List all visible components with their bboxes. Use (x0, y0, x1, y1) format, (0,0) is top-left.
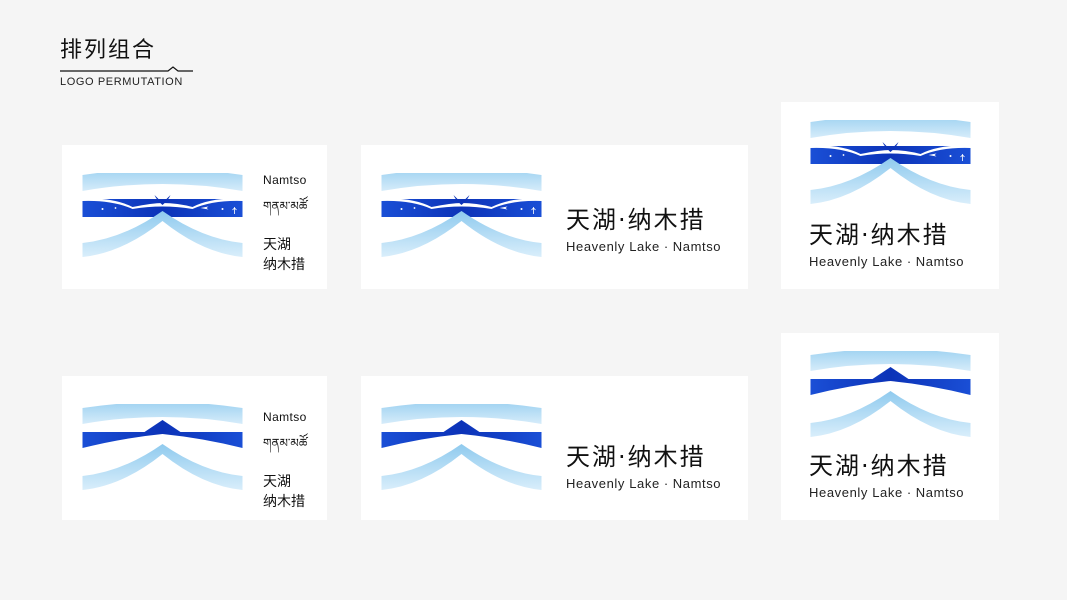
namtso-simplified-emblem-icon (381, 404, 542, 490)
brand-name-cn-b: 纳木措 (627, 443, 706, 471)
tagline-dot: · (906, 485, 912, 500)
logo-wordmark-vertical: 天湖·纳木措 Heavenly Lake · Namtso (809, 451, 964, 500)
section-subtitle: LOGO PERMUTATION (60, 76, 183, 88)
namtso-illustrated-emblem-icon (810, 120, 971, 205)
brand-name-cn-a: 天湖 (809, 221, 861, 249)
namtso-illustrated-emblem-icon (82, 173, 243, 258)
tagline-b: Namtso (672, 239, 722, 254)
brand-name-cn-line2: 纳木措 (263, 494, 305, 510)
logo-wordmark-stacked: Namtso གནམ་མཚོ 天湖 纳木措 (263, 410, 307, 512)
namtso-simplified-emblem-icon (810, 351, 971, 437)
namtso-illustrated-emblem-icon (381, 173, 542, 258)
logo-wordmark-vertical: 天湖·纳木措 Heavenly Lake · Namtso (809, 220, 964, 269)
brand-name-cn-a: 天湖 (809, 452, 861, 480)
tagline-b: Namtso (915, 254, 965, 269)
logo-card-simplified-stacked: Namtso གནམ་མཚོ 天湖 纳木措 (62, 376, 327, 520)
tagline-b: Namtso (915, 485, 965, 500)
tagline-dot: · (663, 476, 669, 491)
logo-wordmark-stacked: Namtso གནམ་མཚོ 天湖 纳木措 (263, 173, 307, 275)
brand-name-cn-a: 天湖 (566, 443, 618, 471)
section-header: 排列组合 LOGO PERMUTATION (60, 36, 193, 88)
brand-name-en: Namtso (263, 173, 307, 187)
tagline-a: Heavenly Lake (809, 254, 903, 269)
brand-name-en: Namtso (263, 410, 307, 424)
namtso-simplified-emblem-icon (82, 404, 243, 490)
brand-name-cn-line1: 天湖 (263, 474, 291, 490)
brand-name-cn-line1: 天湖 (263, 237, 291, 253)
brand-name-cn-b: 纳木措 (870, 221, 949, 249)
brand-name-cn-a: 天湖 (566, 206, 618, 234)
logo-card-illustrated-stacked: Namtso གནམ་མཚོ 天湖 纳木措 (62, 145, 327, 289)
logo-card-simplified-vertical: 天湖·纳木措 Heavenly Lake · Namtso (781, 333, 999, 520)
section-title: 排列组合 (60, 38, 157, 63)
brand-name-cn-b: 纳木措 (870, 452, 949, 480)
tagline-dot: · (906, 254, 912, 269)
tagline-dot: · (663, 239, 669, 254)
tagline-b: Namtso (672, 476, 722, 491)
brand-name-cn-line2: 纳木措 (263, 257, 305, 273)
brand-name-cn-b: 纳木措 (627, 206, 706, 234)
brand-name-cn-dot: · (861, 221, 871, 249)
tagline-a: Heavenly Lake (566, 239, 660, 254)
logo-card-illustrated-horizontal: 天湖·纳木措 Heavenly Lake · Namtso (361, 145, 748, 289)
brand-name-cn-dot: · (861, 452, 871, 480)
tagline-a: Heavenly Lake (809, 485, 903, 500)
title-underline-icon (60, 66, 193, 72)
tagline-a: Heavenly Lake (566, 476, 660, 491)
brand-name-tibetan: གནམ་མཚོ (263, 199, 308, 213)
logo-wordmark-horizontal: 天湖·纳木措 Heavenly Lake · Namtso (566, 205, 721, 254)
brand-name-cn-dot: · (618, 443, 628, 471)
logo-wordmark-horizontal: 天湖·纳木措 Heavenly Lake · Namtso (566, 442, 721, 491)
brand-name-cn-dot: · (618, 206, 628, 234)
logo-card-simplified-horizontal: 天湖·纳木措 Heavenly Lake · Namtso (361, 376, 748, 520)
brand-name-tibetan: གནམ་མཚོ (263, 436, 308, 450)
logo-card-illustrated-vertical: 天湖·纳木措 Heavenly Lake · Namtso (781, 102, 999, 289)
